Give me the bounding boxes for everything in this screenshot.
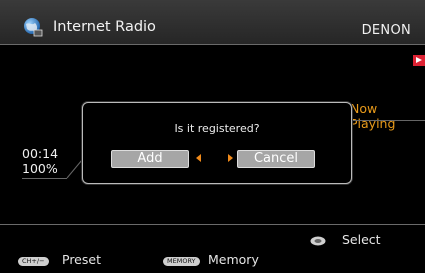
ch-key-icon: CH+/−: [18, 257, 49, 266]
select-label: Select: [342, 232, 381, 247]
cancel-button[interactable]: Cancel: [237, 150, 315, 168]
register-dialog: Is it registered? Add Cancel: [82, 102, 352, 184]
dialog-question: Is it registered?: [174, 122, 260, 135]
screen: Internet Radio DENON Now Playing 00:14 1…: [0, 0, 425, 273]
footer-divider: [0, 224, 425, 225]
preset-label: Preset: [62, 252, 101, 267]
memory-key-icon: MEMORY: [163, 257, 200, 266]
add-button[interactable]: Add: [111, 150, 189, 168]
arrow-left-icon[interactable]: [196, 154, 201, 162]
jog-dial-icon: [310, 236, 326, 246]
arrow-right-icon[interactable]: [228, 154, 233, 162]
memory-label: Memory: [208, 252, 259, 267]
